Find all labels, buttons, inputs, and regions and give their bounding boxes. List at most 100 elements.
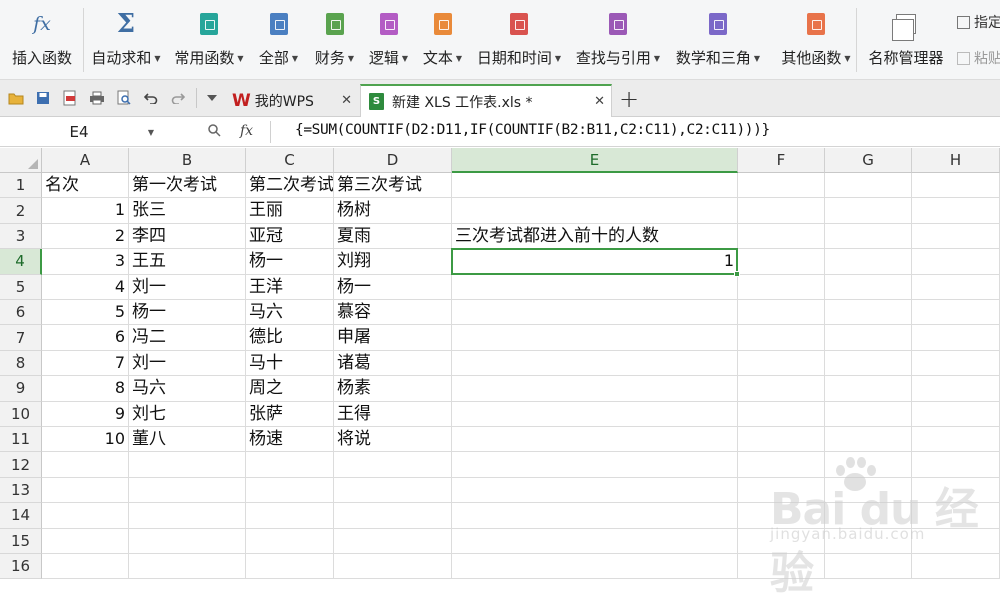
cell-b9[interactable]: 马六 [129, 376, 246, 402]
column-header-d[interactable]: D [334, 148, 452, 173]
cell-b8[interactable]: 刘一 [129, 350, 246, 377]
cell-d5[interactable]: 杨一 [334, 274, 452, 300]
cell-d11[interactable]: 将说 [334, 427, 452, 453]
ribbon-button[interactable]: 常用函数 ▼ [168, 0, 250, 78]
cell-e14[interactable] [452, 503, 738, 529]
cell-c7[interactable]: 德比 [246, 325, 334, 351]
cell-c11[interactable]: 杨速 [246, 427, 334, 453]
cell-g11[interactable] [825, 427, 912, 453]
row-header-15[interactable]: 15 [0, 528, 42, 554]
cell-d3[interactable]: 夏雨 [334, 223, 452, 250]
close-icon[interactable]: ✕ [341, 93, 352, 108]
cell-f5[interactable] [738, 274, 825, 300]
cell-e7[interactable] [452, 325, 738, 351]
cell-b15[interactable] [129, 528, 246, 554]
column-header-g[interactable]: G [825, 148, 912, 173]
cell-a3[interactable]: 2 [42, 223, 129, 250]
column-header-c[interactable]: C [246, 148, 334, 173]
zoom-search-icon[interactable] [208, 124, 221, 141]
row-header-1[interactable]: 1 [0, 173, 42, 199]
cell-b2[interactable]: 张三 [129, 198, 246, 224]
tab-workbook[interactable]: S 新建 XLS 工作表.xls * ✕ [360, 84, 612, 117]
cell-d1[interactable]: 第三次考试 [334, 173, 452, 199]
cell-h6[interactable] [912, 300, 1000, 326]
cell-h4[interactable] [912, 249, 1000, 275]
customize-dropdown-icon[interactable] [204, 90, 220, 106]
row-header-11[interactable]: 11 [0, 427, 42, 453]
cell-h3[interactable] [912, 223, 1000, 250]
cell-e12[interactable] [452, 452, 738, 478]
cell-h7[interactable] [912, 325, 1000, 351]
cell-d7[interactable]: 申屠 [334, 325, 452, 351]
cell-g5[interactable] [825, 274, 912, 300]
cell-d13[interactable] [334, 477, 452, 504]
cell-e4[interactable]: 1 [452, 249, 738, 275]
row-header-13[interactable]: 13 [0, 477, 42, 504]
cell-f7[interactable] [738, 325, 825, 351]
cell-d4[interactable]: 刘翔 [334, 249, 452, 275]
cell-a15[interactable] [42, 528, 129, 554]
cell-h10[interactable] [912, 401, 1000, 427]
specify-button[interactable]: 指定 [957, 12, 1000, 32]
row-header-7[interactable]: 7 [0, 325, 42, 351]
fill-handle[interactable] [734, 270, 740, 277]
cell-a13[interactable] [42, 477, 129, 504]
cell-e8[interactable] [452, 350, 738, 377]
cell-e2[interactable] [452, 198, 738, 224]
cell-b3[interactable]: 李四 [129, 223, 246, 250]
cell-g3[interactable] [825, 223, 912, 250]
cell-h9[interactable] [912, 376, 1000, 402]
ribbon-button[interactable]: 逻辑 ▼ [362, 0, 415, 78]
cell-d6[interactable]: 慕容 [334, 300, 452, 326]
cell-f3[interactable] [738, 223, 825, 250]
ribbon-button[interactable]: 文本 ▼ [415, 0, 470, 78]
select-all-corner[interactable] [0, 148, 42, 173]
row-header-10[interactable]: 10 [0, 401, 42, 427]
cell-d2[interactable]: 杨树 [334, 198, 452, 224]
column-header-e[interactable]: E [452, 148, 738, 173]
cell-a1[interactable]: 名次 [42, 173, 129, 199]
save-icon[interactable] [35, 90, 51, 106]
formula-input[interactable]: {=SUM(COUNTIF(D2:D11,IF(COUNTIF(B2:B11,C… [295, 122, 770, 138]
cell-a9[interactable]: 8 [42, 376, 129, 402]
cell-f10[interactable] [738, 401, 825, 427]
cell-e6[interactable] [452, 300, 738, 326]
cell-a4[interactable]: 3 [42, 249, 129, 275]
cell-e1[interactable] [452, 173, 738, 199]
row-header-8[interactable]: 8 [0, 350, 42, 377]
export-pdf-icon[interactable] [62, 90, 78, 106]
cell-c10[interactable]: 张萨 [246, 401, 334, 427]
cell-b1[interactable]: 第一次考试 [129, 173, 246, 199]
ribbon-button[interactable]: 日期和时间 ▼ [470, 0, 568, 78]
cell-b4[interactable]: 王五 [129, 249, 246, 275]
ribbon-button[interactable]: 查找与引用 ▼ [568, 0, 668, 78]
cell-c4[interactable]: 杨一 [246, 249, 334, 275]
insert-function-icon[interactable]: fx [240, 123, 253, 139]
cell-a5[interactable]: 4 [42, 274, 129, 300]
ribbon-button[interactable]: 其他函数 ▼ [768, 0, 864, 78]
cell-h11[interactable] [912, 427, 1000, 453]
cell-b7[interactable]: 冯二 [129, 325, 246, 351]
cell-g9[interactable] [825, 376, 912, 402]
ribbon-button[interactable]: fx 插入函数 [0, 0, 84, 78]
cell-b6[interactable]: 杨一 [129, 300, 246, 326]
cell-g8[interactable] [825, 350, 912, 377]
cell-g6[interactable] [825, 300, 912, 326]
cell-e13[interactable] [452, 477, 738, 504]
new-tab-plus-icon[interactable]: + [619, 85, 639, 113]
cell-f8[interactable] [738, 350, 825, 377]
cell-c1[interactable]: 第二次考试 [246, 173, 334, 199]
cell-e10[interactable] [452, 401, 738, 427]
column-header-b[interactable]: B [129, 148, 246, 173]
row-header-6[interactable]: 6 [0, 300, 42, 326]
cell-f4[interactable] [738, 249, 825, 275]
cell-b14[interactable] [129, 503, 246, 529]
cell-g10[interactable] [825, 401, 912, 427]
cell-c2[interactable]: 王丽 [246, 198, 334, 224]
column-header-a[interactable]: A [42, 148, 129, 173]
cell-c12[interactable] [246, 452, 334, 478]
row-header-2[interactable]: 2 [0, 198, 42, 224]
cell-c6[interactable]: 马六 [246, 300, 334, 326]
tab-my-wps[interactable]: W 我的WPS ✕ [230, 84, 358, 117]
paste-button[interactable]: 粘贴 [957, 48, 1000, 68]
